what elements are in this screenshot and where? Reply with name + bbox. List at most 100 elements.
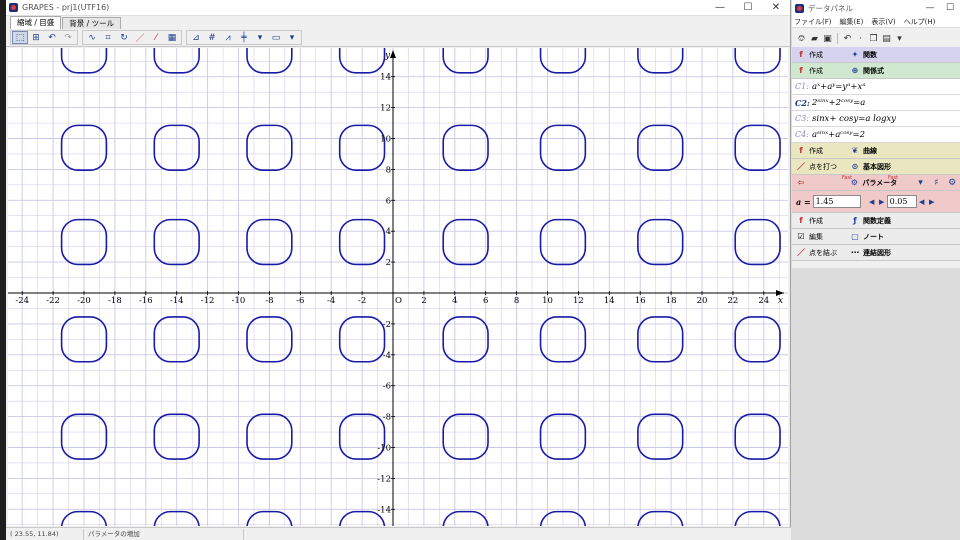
open-folder-icon[interactable]: ▰ (808, 32, 821, 45)
parameter-row: a = 1.45 ◀ ▶ 0.05 ◀ ▶ (792, 191, 960, 213)
zoom-box-icon[interactable]: ⊞ (28, 31, 44, 44)
equation-row[interactable]: C1: aˣ+aʸ=yᵃ+xᵃ (792, 79, 960, 95)
panel-menubar: ファイル(F) 編集(E) 表示(V) ヘルプ(H) (792, 16, 960, 28)
toolbar-separator (837, 33, 838, 44)
equation-text[interactable]: sinx+ cosy=a logxy (812, 114, 896, 124)
step-decrease-icon[interactable]: ◀ (917, 198, 927, 206)
equation-label: C2: (795, 97, 810, 108)
shape-section-label[interactable]: ⊙ 基本図形 (850, 162, 904, 172)
locus-icon[interactable]: ↻ (116, 31, 132, 44)
minimize-button[interactable]: — (706, 0, 734, 16)
parameter-header: Fast Fast ⇦ ⚙ パラメータ ▾ ♯ ⚙ (792, 175, 960, 191)
menu-edit[interactable]: 編集(E) (840, 17, 864, 27)
curve-loop (734, 413, 781, 460)
x-tick-label: 16 (635, 296, 646, 306)
tab-range-scale[interactable]: 縮域 / 目盛 (10, 16, 62, 29)
relation-create-button[interactable]: f 作成 (796, 66, 850, 76)
equation-row[interactable]: C2: 2ˢⁱⁿˣ+2ᶜᵒˢʸ=a (792, 95, 960, 111)
curve-section-label[interactable]: ❦ 曲線 (850, 146, 904, 156)
axis-icon[interactable]: ╪ (236, 31, 252, 44)
parameter-step-input[interactable]: 0.05 (886, 195, 917, 208)
shape-section: ／点を打つ ⊙ 基本図形 (792, 159, 960, 175)
y-tick-label: -10 (377, 444, 391, 454)
chevron-down-icon[interactable]: ▾ (284, 31, 300, 44)
panel-minimize-button[interactable]: — (920, 0, 940, 16)
chevron-down-icon[interactable]: ▾ (252, 31, 268, 44)
undo-icon[interactable]: ↶ (841, 32, 854, 45)
x-tick-label: -2 (358, 296, 366, 306)
increase-icon[interactable]: ▶ (877, 198, 887, 206)
y-axis-arrow (390, 50, 396, 58)
chevron-down-icon[interactable]: ▾ (893, 32, 906, 45)
grid-icon[interactable]: # (204, 31, 220, 44)
function-create-button[interactable]: f 作成 (796, 50, 850, 60)
graph-canvas[interactable]: -24 -22 -20 -18 -16 -14 -12 -10 -8 -6 -4 -2 2 4 6 8 10 12… (8, 48, 788, 526)
curve-loop (637, 48, 684, 74)
menu-help[interactable]: ヘルプ(H) (904, 17, 936, 27)
trace-icon[interactable]: ∿ (84, 31, 100, 44)
maximize-button[interactable]: ☐ (734, 0, 762, 16)
redo-icon[interactable]: · (854, 32, 867, 45)
y-tick-label: 14 (380, 73, 391, 83)
curve-create-button[interactable]: f 作成 (796, 146, 850, 156)
link-icon: ⋯ (851, 248, 859, 257)
menu-file[interactable]: ファイル(F) (794, 17, 832, 27)
crop-icon[interactable]: ⌗ (100, 31, 116, 44)
step-increase-icon[interactable]: ▶ (927, 198, 937, 206)
chevron-down-icon[interactable]: ▾ (913, 176, 929, 189)
y-tick-label: -12 (377, 474, 391, 484)
parameter-options-icon[interactable]: ♯ (928, 176, 944, 189)
equation-text[interactable]: aˢⁱⁿˣ+aᶜᵒˢʸ=2 (812, 130, 865, 140)
copy-icon[interactable]: ❐ (867, 32, 880, 45)
range-icon[interactable]: ▭ (268, 31, 284, 44)
tab-background-tools[interactable]: 背景 / ツール (62, 17, 122, 29)
main-titlebar[interactable]: GRAPES - prj1(UTF16) — ☐ ✕ (6, 0, 790, 16)
panel-titlebar[interactable]: データパネル — ☐ (792, 0, 960, 16)
fit-icon[interactable]: ⊿ (188, 31, 204, 44)
scale-icon[interactable]: ⩘ (220, 31, 236, 44)
panel-maximize-button[interactable]: ☐ (940, 0, 960, 16)
y-tick-label: -8 (383, 413, 391, 423)
definition-section-label[interactable]: ƒ 関数定義 (850, 216, 904, 226)
plot-point-button[interactable]: ／点を打つ (796, 162, 850, 172)
menu-view[interactable]: 表示(V) (871, 17, 895, 27)
curve-loop (637, 124, 684, 171)
parameter-value-input[interactable]: 1.45 (812, 195, 861, 208)
parameter-settings-icon[interactable]: ⚙ (944, 176, 960, 189)
x-tick-label: -8 (265, 296, 273, 306)
note-edit-button[interactable]: ☑ 編集 (796, 232, 850, 242)
decrease-icon[interactable]: ◀ (867, 198, 877, 206)
x-tick-label: -24 (15, 296, 29, 306)
panel-toolbar: ⎊ ▰ ▣ ↶ · ❐ ▤ ▾ (792, 30, 960, 47)
parameter-section-label[interactable]: ⚙ パラメータ (849, 178, 912, 188)
save-icon[interactable]: ▣ (821, 32, 834, 45)
equation-text[interactable]: 2ˢⁱⁿˣ+2ᶜᵒˢʸ=a (812, 98, 865, 108)
eraser-icon[interactable]: ▦ (164, 31, 180, 44)
undo-view-icon[interactable]: ↶ (44, 31, 60, 44)
window-title: GRAPES - prj1(UTF16) (22, 3, 110, 12)
close-button[interactable]: ✕ (762, 0, 790, 16)
pen-icon[interactable]: ／ (132, 31, 148, 44)
function-section-label[interactable]: ✦ 関数 (850, 50, 904, 60)
camera-icon[interactable]: ▤ (880, 32, 893, 45)
y-tick-label: -2 (383, 320, 391, 330)
select-icon[interactable]: ⬚ (12, 31, 28, 44)
redo-view-icon[interactable]: ↷ (60, 31, 76, 44)
equation-row[interactable]: C4: aˢⁱⁿˣ+aᶜᵒˢʸ=2 (792, 127, 960, 143)
graph-svg[interactable]: -24 -22 -20 -18 -16 -14 -12 -10 -8 -6 -4 -2 2 4 6 8 10 12… (8, 48, 788, 526)
relation-section-label[interactable]: ⊕ 関係式 (850, 66, 904, 76)
new-icon[interactable]: ⎊ (795, 32, 808, 45)
link-section-label[interactable]: ⋯ 連結図形 (850, 248, 904, 258)
x-tick-label: 2 (421, 296, 426, 306)
x-tick-label: -16 (139, 296, 153, 306)
equation-row[interactable]: C3: sinx+ cosy=a logxy (792, 111, 960, 127)
relation-graph-icon: ⊕ (851, 66, 859, 75)
link-points-button[interactable]: ／点を結ぶ (796, 248, 850, 258)
pen-red-icon[interactable]: ⁄ (148, 31, 164, 44)
note-section-label[interactable]: ▢ ノート (850, 232, 904, 242)
parameter-name: a = (796, 196, 811, 207)
x-tick-label: 8 (514, 296, 519, 306)
curve-loop (637, 413, 684, 460)
equation-text[interactable]: aˣ+aʸ=yᵃ+xᵃ (812, 82, 866, 92)
definition-create-button[interactable]: f 作成 (796, 216, 850, 226)
